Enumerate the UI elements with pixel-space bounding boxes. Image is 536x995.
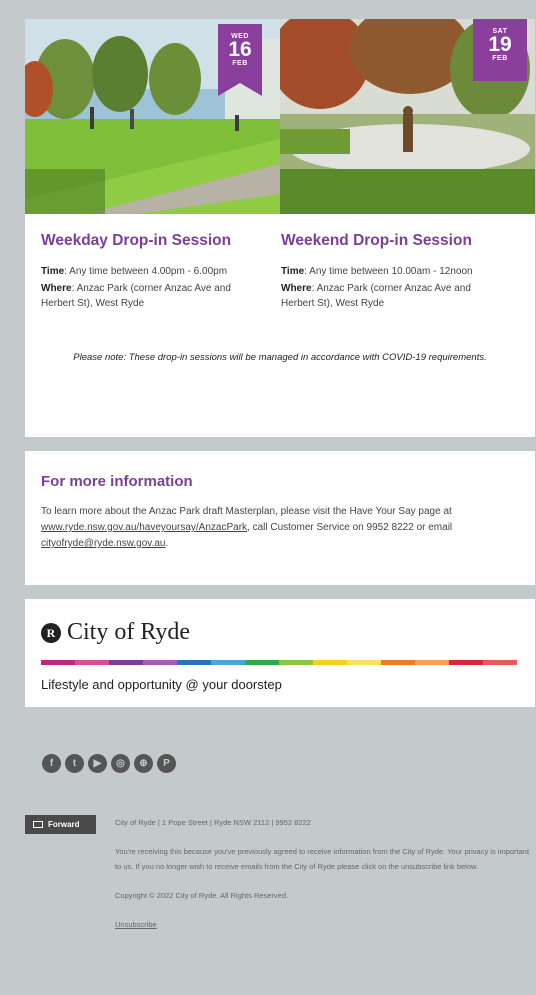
stripe-segment	[449, 660, 483, 665]
instagram-icon[interactable]: ◎	[111, 754, 130, 773]
stripe-segment	[381, 660, 415, 665]
weekday-session: Weekday Drop-in Session Time: Any time b…	[41, 214, 281, 311]
tagline: Lifestyle and opportunity @ your doorste…	[41, 677, 282, 692]
info-title: For more information	[41, 473, 193, 490]
stripe-segment	[109, 660, 143, 665]
have-your-say-link[interactable]: www.ryde.nsw.gov.au/haveyoursay/AnzacPar…	[41, 522, 247, 533]
youtube-icon[interactable]: ▶	[88, 754, 107, 773]
session-time: Time: Any time between 4.00pm - 6.00pm	[41, 264, 256, 279]
time-value: : Any time between 4.00pm - 6.00pm	[64, 266, 228, 277]
facebook-icon[interactable]: f	[42, 754, 61, 773]
session-columns: Weekday Drop-in Session Time: Any time b…	[25, 214, 535, 311]
footer: City of Ryde | 1 Pope Street | Ryde NSW …	[115, 815, 533, 932]
stripe-segment	[245, 660, 279, 665]
info-text: To learn more about the Anzac Park draft…	[41, 504, 519, 552]
stripe-segment	[75, 660, 109, 665]
info-text-part: To learn more about the Anzac Park draft…	[41, 506, 452, 517]
email-link[interactable]: cityofryde@ryde.nsw.gov.au	[41, 538, 165, 549]
session-photos: WED 16 FEB SAT 19 FEB	[25, 19, 535, 214]
stripe-segment	[211, 660, 245, 665]
badge-day: 16	[228, 38, 252, 61]
badge-month: FEB	[232, 60, 248, 67]
stripe-segment	[41, 660, 75, 665]
info-text-part: , call Customer Service on 9952 8222 or …	[247, 522, 453, 533]
footer-copyright: Copyright © 2022 City of Ryde. All Right…	[115, 891, 289, 900]
social-links: f t ▶ ◎ ⊕ P	[42, 754, 176, 773]
city-of-ryde-logo: R City of Ryde	[41, 599, 519, 646]
session-where: Where: Anzac Park (corner Anzac Ave and …	[281, 281, 496, 311]
stripe-segment	[279, 660, 313, 665]
pinterest-icon[interactable]: P	[157, 754, 176, 773]
stripe-segment	[143, 660, 177, 665]
session-time: Time: Any time between 10.00am - 12noon	[281, 264, 496, 279]
unsubscribe-link[interactable]: Unsubscribe	[115, 920, 157, 929]
logo-text: City of Ryde	[67, 619, 191, 645]
twitter-icon[interactable]: t	[65, 754, 84, 773]
email-body: WED 16 FEB SAT 19 FEB Weekday Drop-in Se…	[25, 19, 535, 707]
time-value: : Any time between 10.00am - 12noon	[304, 266, 473, 277]
footer-address: City of Ryde | 1 Pope Street | Ryde NSW …	[115, 818, 311, 827]
stripe-segment	[483, 660, 517, 665]
session-where: Where: Anzac Park (corner Anzac Ave and …	[41, 281, 256, 311]
where-label: Where	[41, 283, 72, 294]
badge-day: 19	[488, 33, 512, 56]
stripe-segment	[313, 660, 347, 665]
time-label: Time	[281, 266, 305, 277]
sessions-card: WED 16 FEB SAT 19 FEB Weekday Drop-in Se…	[25, 19, 535, 437]
info-text-part: .	[165, 538, 169, 549]
weekend-photo: SAT 19 FEB	[280, 19, 535, 214]
where-label: Where	[281, 283, 312, 294]
rainbow-stripe	[41, 660, 517, 665]
time-label: Time	[41, 266, 65, 277]
stripe-segment	[347, 660, 381, 665]
stripe-segment	[177, 660, 211, 665]
covid-note: Please note: These drop-in sessions will…	[73, 352, 487, 363]
ryde-logo-icon: R	[41, 622, 61, 643]
stripe-segment	[415, 660, 449, 665]
session-title: Weekday Drop-in Session	[41, 232, 232, 249]
weekday-photo: WED 16 FEB	[25, 19, 280, 214]
footer-reason: You're receiving this because you've pre…	[115, 847, 530, 871]
forward-label: Forward	[48, 820, 80, 829]
brand-card: R City of Ryde Lifestyle and opportunity…	[25, 599, 535, 707]
weekend-date-badge: SAT 19 FEB	[473, 19, 527, 81]
more-info-card: For more information To learn more about…	[25, 451, 535, 585]
envelope-icon	[33, 821, 43, 828]
session-title: Weekend Drop-in Session	[281, 232, 472, 249]
website-icon[interactable]: ⊕	[134, 754, 153, 773]
forward-button[interactable]: Forward	[25, 815, 96, 834]
weekend-session: Weekend Drop-in Session Time: Any time b…	[281, 214, 521, 311]
badge-month: FEB	[492, 55, 508, 62]
